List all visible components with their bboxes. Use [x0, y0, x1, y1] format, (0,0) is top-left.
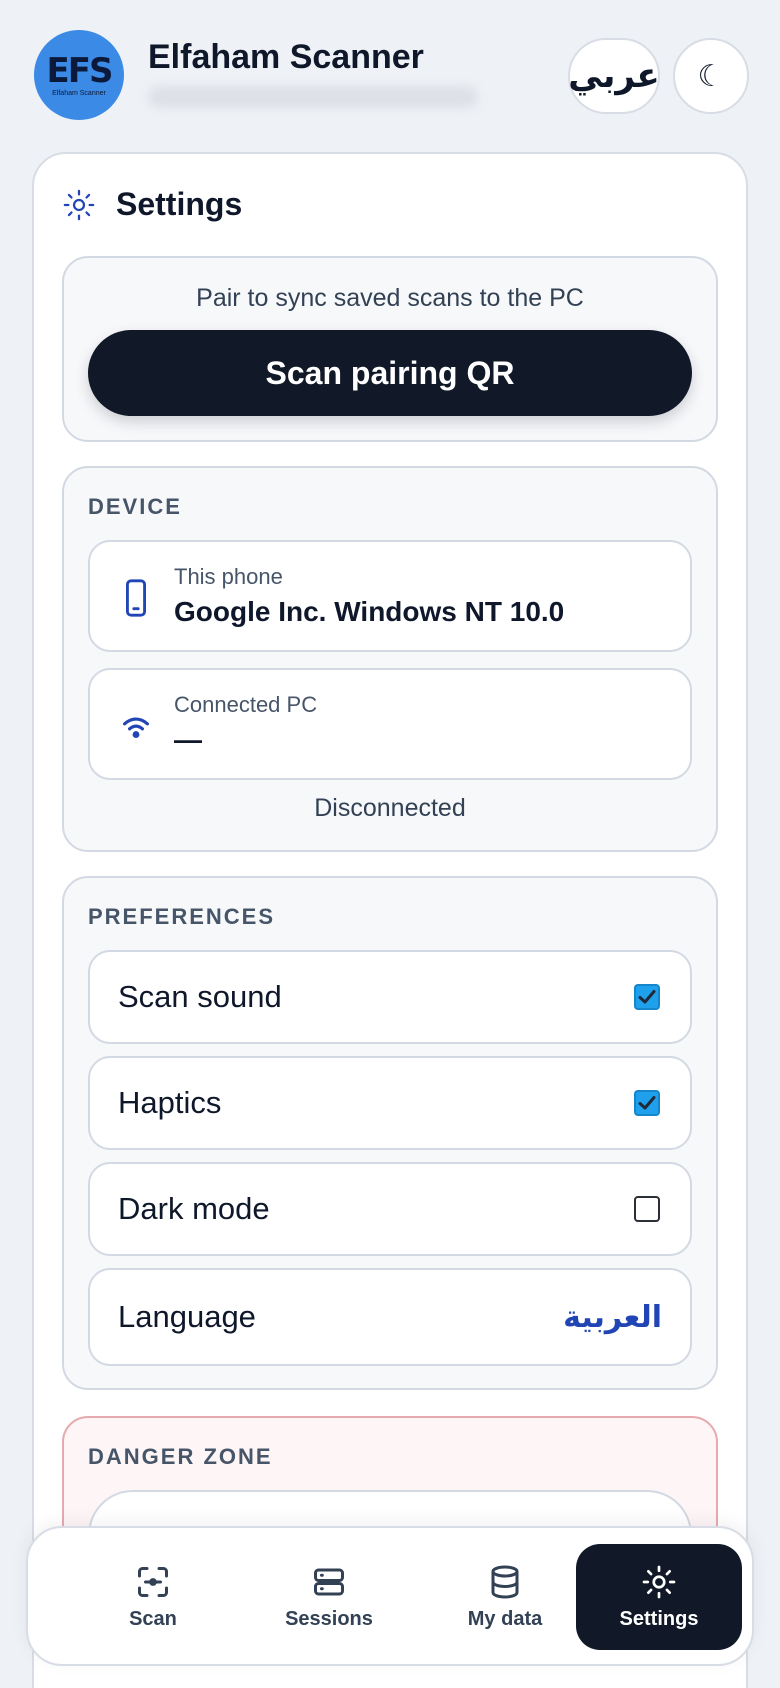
preferences-panel: PREFERENCES Scan sound Haptics Dark mode…	[62, 876, 718, 1390]
scan-sound-label: Scan sound	[118, 979, 282, 1014]
language-toggle-button[interactable]: عربي	[568, 38, 660, 114]
this-phone-value: Google Inc. Windows NT 10.0	[174, 596, 565, 627]
dark-mode-row[interactable]: Dark mode	[88, 1162, 692, 1256]
pairing-panel: Pair to sync saved scans to the PC Scan …	[62, 256, 718, 442]
settings-heading: Settings	[62, 186, 242, 223]
scan-pairing-qr-button[interactable]: Scan pairing QR	[88, 330, 692, 416]
nav-item-my-data[interactable]: My data	[422, 1544, 588, 1650]
theme-toggle-button[interactable]: ☾	[673, 38, 749, 114]
haptics-row[interactable]: Haptics	[88, 1056, 692, 1150]
app-logo: EFS Elfaham Scanner	[34, 30, 124, 120]
language-label: Language	[118, 1299, 256, 1334]
nav-item-sessions[interactable]: Sessions	[246, 1544, 412, 1650]
this-phone-row: This phone Google Inc. Windows NT 10.0	[88, 540, 692, 652]
connected-pc-label: Connected PC	[174, 692, 318, 717]
wifi-icon	[123, 717, 150, 739]
language-row[interactable]: Language العربية	[88, 1268, 692, 1366]
language-value[interactable]: العربية	[563, 1270, 662, 1364]
preferences-section-label: PREFERENCES	[88, 904, 276, 929]
pairing-hint: Pair to sync saved scans to the PC	[196, 284, 584, 312]
scan-sound-checkbox[interactable]	[634, 984, 660, 1010]
app-subtitle-blurred	[148, 86, 478, 108]
connection-status: Disconnected	[314, 794, 466, 822]
sun-icon	[63, 189, 95, 220]
check-icon	[638, 990, 656, 1004]
device-panel: DEVICE This phone Google Inc. Windows NT…	[62, 466, 718, 852]
haptics-label: Haptics	[118, 1085, 222, 1120]
nav-label-scan: Scan	[129, 1607, 177, 1630]
app-header: EFS Elfaham Scanner Elfaham Scanner عربي…	[0, 0, 780, 150]
nav-label-settings: Settings	[619, 1607, 699, 1630]
dark-mode-label: Dark mode	[118, 1191, 270, 1226]
nav-label-my-data: My data	[467, 1607, 543, 1630]
scan-sound-row[interactable]: Scan sound	[88, 950, 692, 1044]
phone-icon	[126, 579, 146, 617]
database-icon	[491, 1565, 519, 1599]
logo-mark: EFS	[46, 50, 114, 91]
nav-item-settings[interactable]: Settings	[576, 1544, 742, 1650]
connected-pc-value: —	[174, 724, 202, 755]
this-phone-label: This phone	[174, 564, 283, 589]
settings-icon	[642, 1565, 676, 1598]
device-section-label: DEVICE	[88, 494, 182, 519]
sessions-icon	[314, 1568, 344, 1595]
app-title: Elfaham Scanner	[148, 38, 424, 76]
page-title: Settings	[116, 186, 243, 222]
logo-subtitle: Elfaham Scanner	[52, 89, 106, 97]
check-icon	[638, 1096, 656, 1110]
nav-item-scan[interactable]: Scan	[70, 1544, 236, 1650]
scan-icon	[138, 1566, 168, 1597]
dark-mode-checkbox[interactable]	[634, 1196, 660, 1222]
bottom-navigation: Scan Sessions My data Settings	[26, 1526, 754, 1666]
haptics-checkbox[interactable]	[634, 1090, 660, 1116]
connected-pc-row: Connected PC —	[88, 668, 692, 780]
danger-zone-section-label: DANGER ZONE	[88, 1444, 273, 1469]
nav-label-sessions: Sessions	[285, 1607, 373, 1630]
